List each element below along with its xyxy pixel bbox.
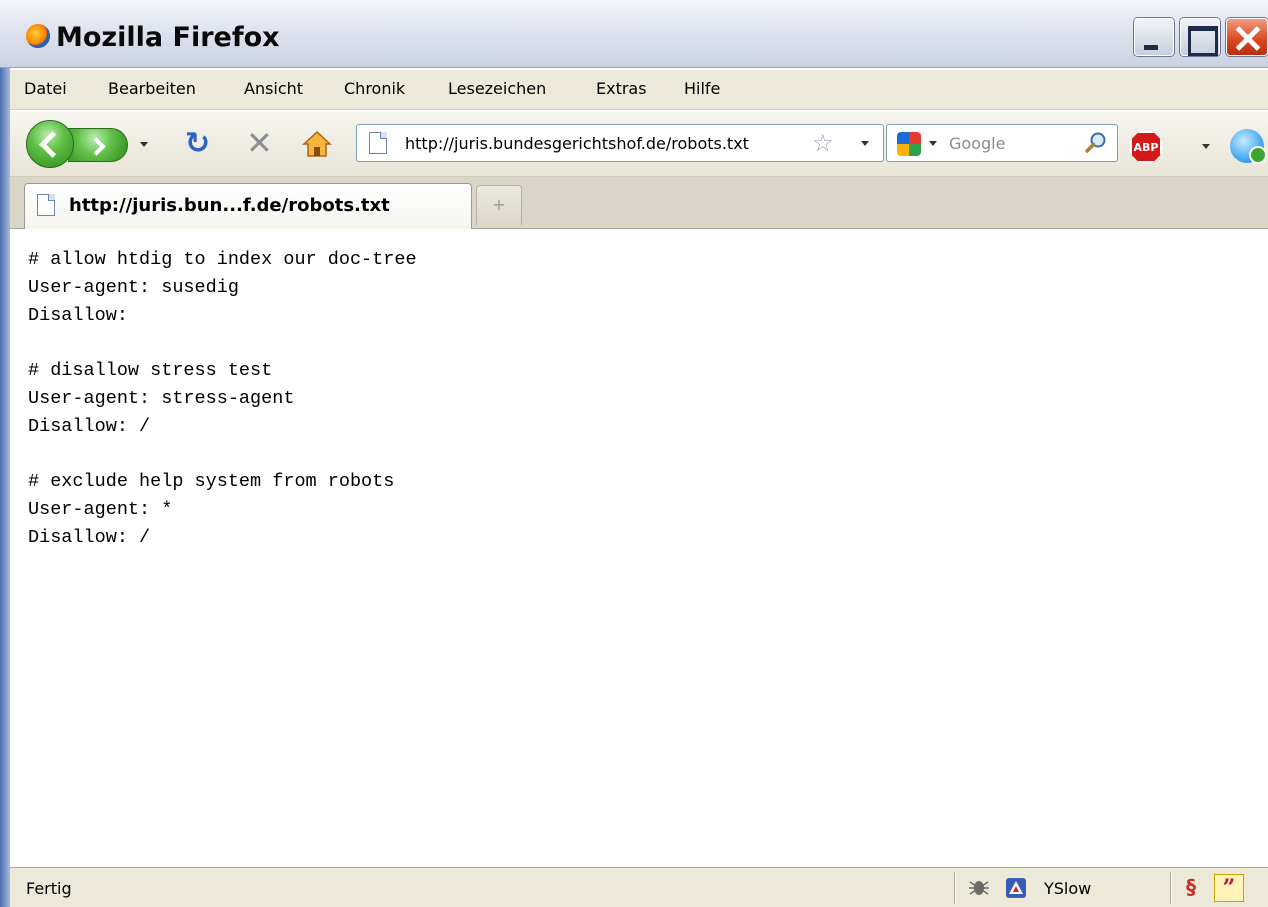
new-tab-button[interactable]: + <box>476 185 522 225</box>
menu-datei[interactable]: Datei <box>24 79 67 98</box>
menu-chronik[interactable]: Chronik <box>344 79 405 98</box>
status-bar: Fertig YSlow § ” <box>10 867 1268 907</box>
title-bar: Mozilla Firefox <box>0 0 1268 68</box>
window-frame-left <box>0 68 10 907</box>
menu-bar: Datei Bearbeiten Ansicht Chronik Lesezei… <box>10 70 1268 110</box>
menu-extras[interactable]: Extras <box>596 79 647 98</box>
menu-lesezeichen[interactable]: Lesezeichen <box>448 79 546 98</box>
tab-robots-txt[interactable]: http://juris.bun...f.de/robots.txt <box>24 183 472 229</box>
close-button[interactable] <box>1226 18 1268 56</box>
menu-ansicht[interactable]: Ansicht <box>244 79 303 98</box>
s-addon-icon[interactable]: § <box>1186 874 1196 900</box>
window-title: Mozilla Firefox <box>56 22 280 53</box>
search-input[interactable]: Google <box>949 134 1005 153</box>
google-icon[interactable] <box>897 132 921 156</box>
history-dropdown-icon[interactable] <box>140 142 148 147</box>
url-bar[interactable]: http://juris.bundesgerichtshof.de/robots… <box>356 124 884 162</box>
tab-bar: http://juris.bun...f.de/robots.txt + <box>10 177 1268 229</box>
reload-icon[interactable]: ↻ <box>185 129 213 159</box>
status-divider <box>954 872 956 904</box>
yslow-label[interactable]: YSlow <box>1044 879 1091 898</box>
minimize-button[interactable] <box>1134 18 1174 56</box>
tab-label: http://juris.bun...f.de/robots.txt <box>69 195 390 216</box>
status-divider <box>1170 872 1172 904</box>
skype-icon[interactable] <box>1230 129 1267 164</box>
page-icon <box>37 194 55 216</box>
adblock-dropdown-icon[interactable] <box>1202 144 1210 149</box>
maximize-button[interactable] <box>1180 18 1220 56</box>
stop-icon[interactable]: ✕ <box>246 127 273 159</box>
yslow-icon[interactable] <box>1004 876 1028 900</box>
firebug-icon[interactable] <box>968 876 990 898</box>
back-button[interactable] <box>26 120 74 168</box>
search-bar[interactable]: Google <box>886 124 1118 162</box>
quote-addon-icon[interactable]: ” <box>1214 874 1244 902</box>
url-text[interactable]: http://juris.bundesgerichtshof.de/robots… <box>405 134 803 153</box>
menu-bearbeiten[interactable]: Bearbeiten <box>108 79 196 98</box>
page-icon <box>369 132 387 154</box>
page-content: # allow htdig to index our doc-tree User… <box>10 230 1268 867</box>
home-icon[interactable] <box>302 129 332 159</box>
adblock-plus-icon[interactable]: ABP <box>1130 131 1162 163</box>
star-icon[interactable]: ☆ <box>812 129 834 157</box>
robots-txt-content: # allow htdig to index our doc-tree User… <box>28 249 417 548</box>
search-engine-dropdown-icon[interactable] <box>929 141 937 146</box>
url-dropdown-icon[interactable] <box>861 141 869 146</box>
status-text: Fertig <box>26 879 72 898</box>
magnifier-icon[interactable] <box>1085 131 1107 153</box>
menu-hilfe[interactable]: Hilfe <box>684 79 720 98</box>
forward-button[interactable] <box>68 128 128 162</box>
firefox-icon <box>26 24 50 48</box>
navigation-toolbar: ↻ ✕ http://juris.bundesgerichtshof.de/ro… <box>10 111 1268 177</box>
